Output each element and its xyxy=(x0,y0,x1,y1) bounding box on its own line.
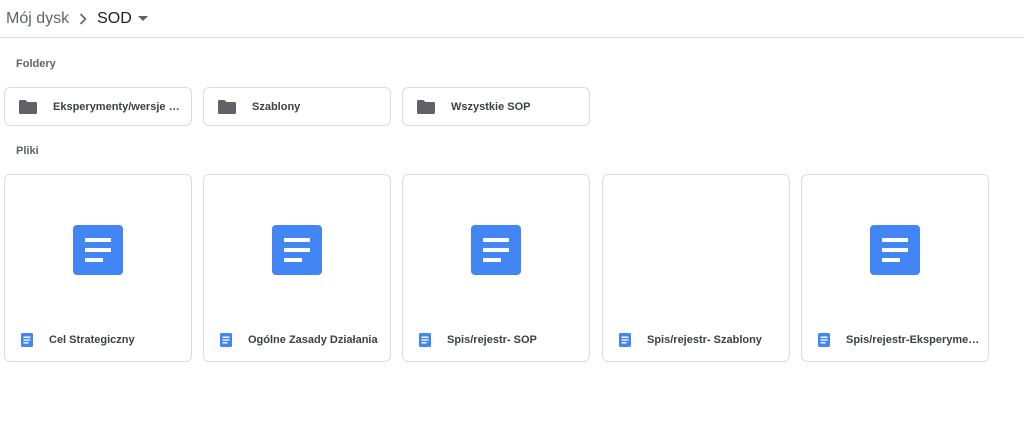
breadcrumb-root-my-drive[interactable]: Mój dysk xyxy=(6,10,69,28)
breadcrumb-current-folder[interactable]: SOD xyxy=(97,10,132,28)
file-card[interactable]: Spis/rejestr-Eksperymenty/wersje robocze xyxy=(801,174,989,362)
file-preview xyxy=(403,175,589,321)
file-preview xyxy=(603,175,789,321)
google-docs-large-icon xyxy=(870,225,920,275)
file-name: Spis/rejestr- SOP xyxy=(447,334,537,346)
google-docs-large-icon xyxy=(272,225,322,275)
google-docs-icon xyxy=(220,333,232,347)
file-name: Ogólne Zasady Działania xyxy=(248,334,378,346)
file-preview xyxy=(5,175,191,321)
breadcrumb: Mój dysk SOD xyxy=(0,0,1024,38)
folder-icon xyxy=(417,99,435,114)
google-docs-large-icon xyxy=(471,225,521,275)
folder-card[interactable]: Szablony xyxy=(203,87,391,126)
google-docs-icon xyxy=(619,333,631,347)
folder-icon xyxy=(19,99,37,114)
file-card[interactable]: Cel Strategiczny xyxy=(4,174,192,362)
file-name: Spis/rejestr-Eksperymenty/wersje robocze xyxy=(846,334,981,346)
folder-card[interactable]: Wszystkie SOP xyxy=(402,87,590,126)
folder-icon xyxy=(218,99,236,114)
folder-card[interactable]: Eksperymenty/wersje robocze xyxy=(4,87,192,126)
google-docs-large-icon xyxy=(73,225,123,275)
file-card[interactable]: Ogólne Zasady Działania xyxy=(203,174,391,362)
dropdown-arrow-icon[interactable] xyxy=(137,15,148,22)
google-docs-icon xyxy=(21,333,33,347)
file-name: Cel Strategiczny xyxy=(49,334,135,346)
file-name: Spis/rejestr- Szablony xyxy=(647,334,762,346)
file-preview xyxy=(204,175,390,321)
google-docs-icon xyxy=(818,333,830,347)
chevron-right-icon xyxy=(79,12,87,25)
folder-name: Eksperymenty/wersje robocze xyxy=(53,100,183,113)
folders-section-label: Foldery xyxy=(16,58,56,70)
folder-name: Wszystkie SOP xyxy=(451,100,531,113)
file-preview xyxy=(802,175,988,321)
google-docs-icon xyxy=(419,333,431,347)
file-card[interactable]: Spis/rejestr- SOP xyxy=(402,174,590,362)
file-card[interactable]: Spis/rejestr- Szablony xyxy=(602,174,790,362)
files-section-label: Pliki xyxy=(16,145,39,157)
folder-name: Szablony xyxy=(252,100,301,113)
